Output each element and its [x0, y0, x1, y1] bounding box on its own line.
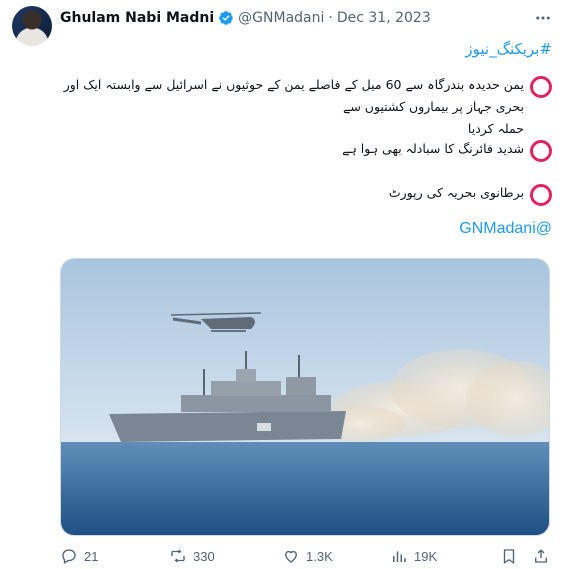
post-line-text: شدید فائرنگ کا سبادلہ بھی ہوا ہے [342, 141, 524, 156]
views-button[interactable]: 19K [390, 546, 437, 566]
like-button[interactable]: 1.3K [282, 546, 333, 566]
repost-button[interactable]: 330 [169, 546, 215, 566]
share-icon [535, 549, 547, 563]
post-line-text: یمن حدیدہ بندرگاہ سے 60 میل کے فاصلے یمن… [62, 74, 524, 140]
reply-icon [62, 549, 76, 564]
repost-icon [171, 549, 185, 563]
bullet-circle-icon [530, 140, 552, 162]
bookmark-button[interactable] [500, 546, 524, 566]
post-line-2: شدید فائرنگ کا سبادلہ بھی ہوا ہے [342, 138, 552, 162]
reply-button[interactable]: 21 [60, 546, 98, 566]
share-button[interactable] [532, 546, 556, 566]
mention-link[interactable]: GNMadani@ [459, 220, 552, 238]
author-name[interactable]: Ghulam Nabi Madni [60, 10, 214, 26]
post-image[interactable] [60, 258, 550, 536]
post-line-1b: حملہ کردیا [467, 121, 524, 136]
post-header: Ghulam Nabi Madni @GNMadani · Dec 31, 20… [60, 8, 431, 28]
views-icon [393, 551, 406, 562]
post-date[interactable]: Dec 31, 2023 [337, 10, 431, 26]
bullet-circle-icon [530, 76, 552, 98]
like-icon [285, 550, 297, 563]
author-avatar[interactable] [12, 6, 52, 46]
bullet-circle-icon [530, 184, 552, 206]
more-icon[interactable] [533, 8, 553, 28]
post-line-3: برطانوی بحریہ کی رپورٹ [389, 182, 552, 206]
views-count: 19K [414, 548, 438, 564]
repost-count: 330 [193, 548, 215, 564]
like-count: 1.3K [306, 548, 333, 564]
post-actions: 21 330 1.3K 19K [60, 546, 552, 566]
bookmark-icon [503, 549, 515, 565]
post-line-1: یمن حدیدہ بندرگاہ سے 60 میل کے فاصلے یمن… [60, 74, 552, 140]
author-handle[interactable]: @GNMadani [238, 10, 324, 26]
reply-count: 21 [84, 548, 99, 564]
post-line-text: برطانوی بحریہ کی رپورٹ [388, 185, 524, 200]
header-separator: · [328, 10, 333, 26]
hashtag-link[interactable]: #بریکنگ_نیوز [465, 40, 552, 58]
verified-badge-icon [219, 11, 234, 25]
post-line-1a: یمن حدیدہ بندرگاہ سے 60 میل کے فاصلے یمن… [63, 77, 524, 114]
